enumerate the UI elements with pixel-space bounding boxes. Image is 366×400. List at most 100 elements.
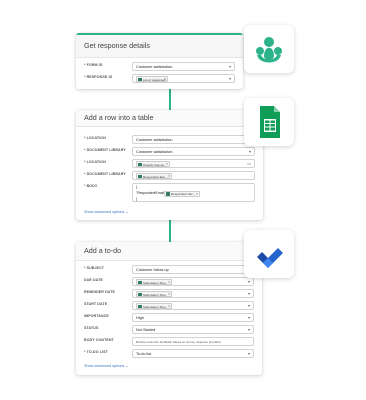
chevron-down-icon: ▾ [247, 279, 250, 284]
field-label: * TO-DO LIST [84, 350, 108, 354]
dynamic-token[interactable]: Submission Time × [136, 279, 172, 285]
chevron-down-icon: ▾ [228, 64, 231, 69]
field-label: * DOCUMENT LIBRARY [84, 172, 126, 176]
remove-token-icon[interactable]: × [196, 192, 198, 196]
surveymonkey-icon [256, 37, 282, 63]
chevron-down-icon: ⌄ [125, 364, 129, 368]
chevron-down-icon: ⌄ [125, 210, 129, 214]
surveymonkey-badge [244, 25, 294, 73]
card-get-response-details[interactable]: Get response details * FORM ID Customer … [76, 33, 243, 89]
dynamic-token[interactable]: Respondent Ser... × [164, 190, 200, 197]
field-label: STATUS [84, 326, 99, 330]
location-token-field[interactable]: Overall, how sa... × ▭ [132, 159, 255, 168]
google-sheets-icon [260, 106, 280, 138]
to-do-list-row: * TO-DO LIST To-do list ▾ [84, 349, 254, 359]
location-dropdown[interactable]: Customer satisfaction ▾ [132, 135, 255, 144]
card-add-to-do[interactable]: Add a to-do * SUBJECT Customer follow-up… [76, 242, 262, 375]
location-token-row: * LOCATION Overall, how sa... × ▭ [84, 159, 255, 169]
token-icon [138, 77, 142, 82]
microsoft-todo-icon [257, 248, 283, 268]
field-value: Customer satisfaction [136, 149, 173, 154]
status-dropdown[interactable]: Not Started ▾ [132, 325, 254, 334]
subject-dropdown[interactable]: Customer follow-up ▾ [132, 265, 254, 274]
dynamic-token[interactable]: Submission Time × [136, 291, 172, 297]
dynamic-token[interactable]: List of responses × [136, 76, 168, 82]
flow-connector [169, 88, 171, 110]
remove-token-icon[interactable]: × [168, 304, 170, 308]
body-brace: } [136, 197, 138, 201]
field-value: Not Started [136, 327, 156, 332]
to-do-list-dropdown[interactable]: To-do list ▾ [132, 349, 254, 358]
token-label: Respondent Ser... [171, 192, 196, 197]
importance-row: IMPORTANCE High ▾ [84, 313, 254, 323]
due-date-field[interactable]: Submission Time × ▾ [132, 277, 254, 286]
remove-token-icon[interactable]: × [164, 77, 166, 81]
link-label: Show advanced options [84, 364, 125, 368]
subject-row: * SUBJECT Customer follow-up ▾ [84, 265, 254, 275]
document-library-token-row: * DOCUMENT LIBRARY Respondent Eco... × [84, 171, 255, 181]
body-editor[interactable]: { "RespondentEmail": Respondent Ser... ×… [132, 183, 255, 202]
start-date-field[interactable]: Submission Time × ▾ [132, 301, 254, 310]
start-date-row: START DATE Submission Time × ▾ [84, 301, 254, 311]
remove-token-icon[interactable]: × [168, 280, 170, 284]
field-label: * DOCUMENT LIBRARY [84, 148, 126, 152]
location-row: * LOCATION Customer satisfaction ▾ [84, 135, 255, 145]
field-value: Customer satisfaction [136, 137, 173, 142]
token-label: Submission Time [143, 292, 166, 297]
remove-token-icon[interactable]: × [166, 162, 168, 166]
chevron-down-icon: ▾ [228, 76, 231, 81]
field-value: Review customer feedback based on survey… [136, 340, 221, 344]
show-advanced-options-link[interactable]: Show advanced options ⌄ [84, 209, 129, 214]
field-value: Customer satisfaction [136, 64, 173, 69]
chevron-down-icon: ▾ [248, 149, 251, 154]
chevron-down-icon: ▾ [247, 303, 250, 308]
reminder-date-row: REMINDER DATE Submission Time × ▾ [84, 289, 254, 299]
chevron-down-icon: ▾ [247, 315, 250, 320]
document-library-row: * DOCUMENT LIBRARY Customer satisfaction… [84, 147, 255, 157]
dynamic-token[interactable]: Submission Time × [136, 303, 172, 309]
show-advanced-options-link[interactable]: Show advanced options ⌄ [84, 363, 129, 368]
field-value: Customer follow-up [136, 267, 169, 272]
remove-token-icon[interactable]: × [168, 292, 170, 296]
field-value: High [136, 315, 144, 320]
status-row: STATUS Not Started ▾ [84, 325, 254, 335]
field-label: BODY CONTENT [84, 338, 114, 342]
token-label: List of responses [143, 77, 166, 82]
field-label: START DATE [84, 302, 108, 306]
microsoft-todo-badge [244, 230, 294, 278]
chevron-down-icon: ▾ [247, 291, 250, 296]
field-label: DUE DATE [84, 278, 103, 282]
token-icon [166, 192, 170, 196]
folder-icon[interactable]: ▭ [247, 161, 251, 166]
remove-token-icon[interactable]: × [168, 174, 170, 178]
body-content-row: BODY CONTENT Review customer feedback ba… [84, 337, 254, 347]
response-id-field[interactable]: List of responses × ▾ [132, 74, 235, 83]
body-key: "RespondentEmail": [136, 191, 167, 195]
field-label: * LOCATION [84, 136, 106, 140]
importance-dropdown[interactable]: High ▾ [132, 313, 254, 322]
form-id-dropdown[interactable]: Customer satisfaction ▾ [132, 62, 235, 71]
reminder-date-field[interactable]: Submission Time × ▾ [132, 289, 254, 298]
token-label: Submission Time [143, 304, 166, 309]
card-add-row-table[interactable]: Add a row into a table * LOCATION Custom… [76, 110, 263, 220]
dynamic-token[interactable]: Overall, how sa... × [136, 161, 170, 167]
token-icon [138, 292, 142, 297]
document-library-token-field[interactable]: Respondent Eco... × [132, 171, 255, 180]
field-label: IMPORTANCE [84, 314, 109, 318]
body-content-field[interactable]: Review customer feedback based on survey… [132, 337, 254, 346]
card-title: Add a to-do [76, 242, 262, 261]
token-label: Respondent Eco... [143, 174, 168, 179]
field-label: * FORM ID [84, 63, 103, 67]
document-library-dropdown[interactable]: Customer satisfaction ▾ [132, 147, 255, 156]
form-id-row: * FORM ID Customer satisfaction ▾ [84, 62, 235, 72]
token-icon [138, 280, 142, 285]
field-label: * LOCATION [84, 160, 106, 164]
dynamic-token[interactable]: Respondent Eco... × [136, 173, 172, 179]
token-icon [138, 304, 142, 309]
card-title: Add a row into a table [76, 110, 263, 127]
body-row: * BODY { "RespondentEmail": Respondent S… [84, 183, 255, 203]
chevron-down-icon: ▾ [247, 351, 250, 356]
token-icon [138, 162, 142, 167]
token-icon [138, 174, 142, 179]
link-label: Show advanced options [84, 210, 125, 214]
